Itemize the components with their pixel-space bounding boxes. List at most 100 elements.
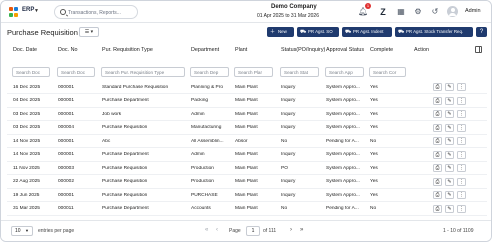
cell-status: Inquiry: [281, 192, 296, 198]
table-row[interactable]: 31 Mar 2025 000011 Purchase Department Acco…: [7, 202, 487, 216]
cell-doc-no: 000003: [58, 165, 75, 171]
edit-icon[interactable]: ✎: [445, 110, 454, 118]
pr-against-stock-transfer-button[interactable]: ⛟ PR Agst. Stock Transfer Req.: [395, 27, 473, 37]
filter-doc-date[interactable]: [12, 67, 50, 77]
print-icon[interactable]: ⎙: [433, 164, 442, 172]
col-complete[interactable]: Complete: [370, 47, 393, 54]
col-plant[interactable]: Plant: [235, 47, 247, 54]
financial-period[interactable]: 01 Apr 2025 to 31 Mar 2026: [257, 13, 319, 19]
plus-icon: ＋: [270, 29, 276, 35]
edit-icon[interactable]: ✎: [445, 204, 454, 213]
page-number-input[interactable]: 1: [246, 226, 260, 236]
table-row[interactable]: 19 Jun 2025 000001 Purchase Requisition PUR…: [7, 189, 487, 202]
cell-status: Inquiry: [281, 98, 296, 103]
next-page-icon[interactable]: ›: [290, 227, 292, 233]
table-row[interactable]: 14 Nov 2025 000001 Abc All Assemblin... Abso…: [7, 135, 487, 148]
more-icon[interactable]: ⋮: [457, 150, 466, 159]
more-icon[interactable]: ⋮: [457, 137, 466, 145]
table-row[interactable]: 03 Dec 2025 000004 Purchase Requisition Man…: [7, 121, 487, 135]
edit-icon[interactable]: ✎: [445, 96, 454, 105]
print-icon[interactable]: ⎙: [433, 83, 442, 91]
filter-status[interactable]: [280, 67, 319, 77]
edit-icon[interactable]: ✎: [445, 191, 454, 199]
table-row[interactable]: 04 Dec 2025 000001 Purchase Department Pack…: [7, 94, 487, 108]
print-icon[interactable]: ⎙: [433, 137, 442, 145]
new-button[interactable]: ＋ New: [267, 27, 294, 37]
table-row[interactable]: 16 Dec 2025 000001 Standard Purchase Requi…: [7, 81, 487, 94]
list-filter-button[interactable]: ☰ ▾: [79, 27, 99, 37]
company-name[interactable]: Demo Company: [271, 4, 317, 10]
more-icon[interactable]: ⋮: [457, 191, 466, 199]
cell-req-type: Purchase Department: [102, 98, 149, 103]
cell-doc-no: 000001: [58, 84, 75, 90]
col-status[interactable]: Status(PO/Inquiry): [281, 47, 325, 54]
table-row[interactable]: 11 Nov 2025 000003 Purchase Requisition Pro…: [7, 162, 487, 175]
cell-req-type: Standard Purchase Requisition: [102, 84, 169, 90]
cell-approval: System Appro...: [326, 111, 360, 117]
more-icon[interactable]: ⋮: [457, 177, 466, 186]
last-page-icon[interactable]: »: [300, 227, 303, 233]
more-icon[interactable]: ⋮: [457, 164, 466, 172]
cell-status: Inquiry: [281, 84, 296, 90]
col-approval[interactable]: Approval Status: [326, 47, 366, 54]
app-logo-icon[interactable]: [9, 7, 19, 17]
cell-doc-no: 000002: [58, 179, 75, 184]
print-icon[interactable]: ⎙: [433, 204, 442, 213]
avatar[interactable]: [447, 6, 458, 17]
edit-icon[interactable]: ✎: [445, 164, 454, 172]
help-button[interactable]: ?: [476, 27, 487, 37]
calculator-icon[interactable]: ▦: [396, 7, 406, 17]
cell-doc-date: 22 Aug 2025: [13, 179, 40, 184]
cell-approval: Pending for A...: [326, 138, 359, 144]
col-department[interactable]: Department: [191, 47, 219, 54]
col-doc-date[interactable]: Doc. Date: [13, 47, 37, 54]
more-icon[interactable]: ⋮: [457, 96, 466, 105]
print-icon[interactable]: ⎙: [433, 110, 442, 118]
page-title: Purchase Requisition: [7, 28, 78, 37]
col-req-type[interactable]: Pur. Requisition Type: [102, 47, 153, 54]
filter-department[interactable]: [190, 67, 229, 77]
first-page-icon[interactable]: «: [205, 227, 208, 233]
edit-icon[interactable]: ✎: [445, 137, 454, 145]
module-selector[interactable]: ERP: [22, 7, 34, 13]
search-input[interactable]: [68, 8, 136, 17]
filter-doc-no[interactable]: [57, 67, 95, 77]
pr-against-indent-button[interactable]: ⛟ PR Agst. Indent: [342, 27, 392, 37]
filter-req-type[interactable]: [101, 67, 185, 77]
filter-complete[interactable]: [369, 67, 406, 77]
cell-complete: Yes: [370, 152, 378, 157]
prev-page-icon[interactable]: ‹: [216, 227, 218, 233]
cell-approval: System Appro...: [326, 152, 360, 157]
user-name[interactable]: Admin: [465, 8, 481, 14]
cell-complete: Yes: [370, 98, 378, 103]
table-row[interactable]: 14 Nov 2025 000001 Purchase Department Admi…: [7, 148, 487, 162]
more-icon[interactable]: ⋮: [457, 204, 466, 213]
print-icon[interactable]: ⎙: [433, 191, 442, 199]
table-row[interactable]: 03 Dec 2025 000001 Job work Admin Main Plant…: [7, 108, 487, 121]
print-icon[interactable]: ⎙: [433, 96, 442, 105]
cell-doc-date: 03 Dec 2025: [13, 125, 41, 130]
column-settings-icon[interactable]: [475, 46, 482, 53]
print-icon[interactable]: ⎙: [433, 123, 442, 132]
filter-plant[interactable]: [234, 67, 273, 77]
more-icon[interactable]: ⋮: [457, 123, 466, 132]
edit-icon[interactable]: ✎: [445, 123, 454, 132]
cell-complete: Yes: [370, 192, 378, 198]
edit-icon[interactable]: ✎: [445, 83, 454, 91]
print-icon[interactable]: ⎙: [433, 177, 442, 186]
table-row[interactable]: 22 Aug 2025 000002 Purchase Requisition Pro…: [7, 175, 487, 189]
edit-icon[interactable]: ✎: [445, 150, 454, 159]
filter-approval[interactable]: [325, 67, 364, 77]
pr-against-so-button[interactable]: ⛟ PR Agst. SO: [297, 27, 339, 37]
chevron-down-icon[interactable]: ▼: [34, 8, 39, 14]
edit-icon[interactable]: ✎: [445, 177, 454, 186]
history-icon[interactable]: ↺: [430, 7, 440, 17]
page-size-select[interactable]: 10 ▼: [11, 226, 33, 236]
z-logo-icon[interactable]: Z: [378, 7, 388, 17]
global-search[interactable]: [54, 5, 138, 19]
gear-icon[interactable]: ⚙: [413, 7, 423, 17]
col-doc-no[interactable]: Doc. No: [58, 47, 77, 54]
more-icon[interactable]: ⋮: [457, 110, 466, 118]
print-icon[interactable]: ⎙: [433, 150, 442, 159]
more-icon[interactable]: ⋮: [457, 83, 466, 91]
